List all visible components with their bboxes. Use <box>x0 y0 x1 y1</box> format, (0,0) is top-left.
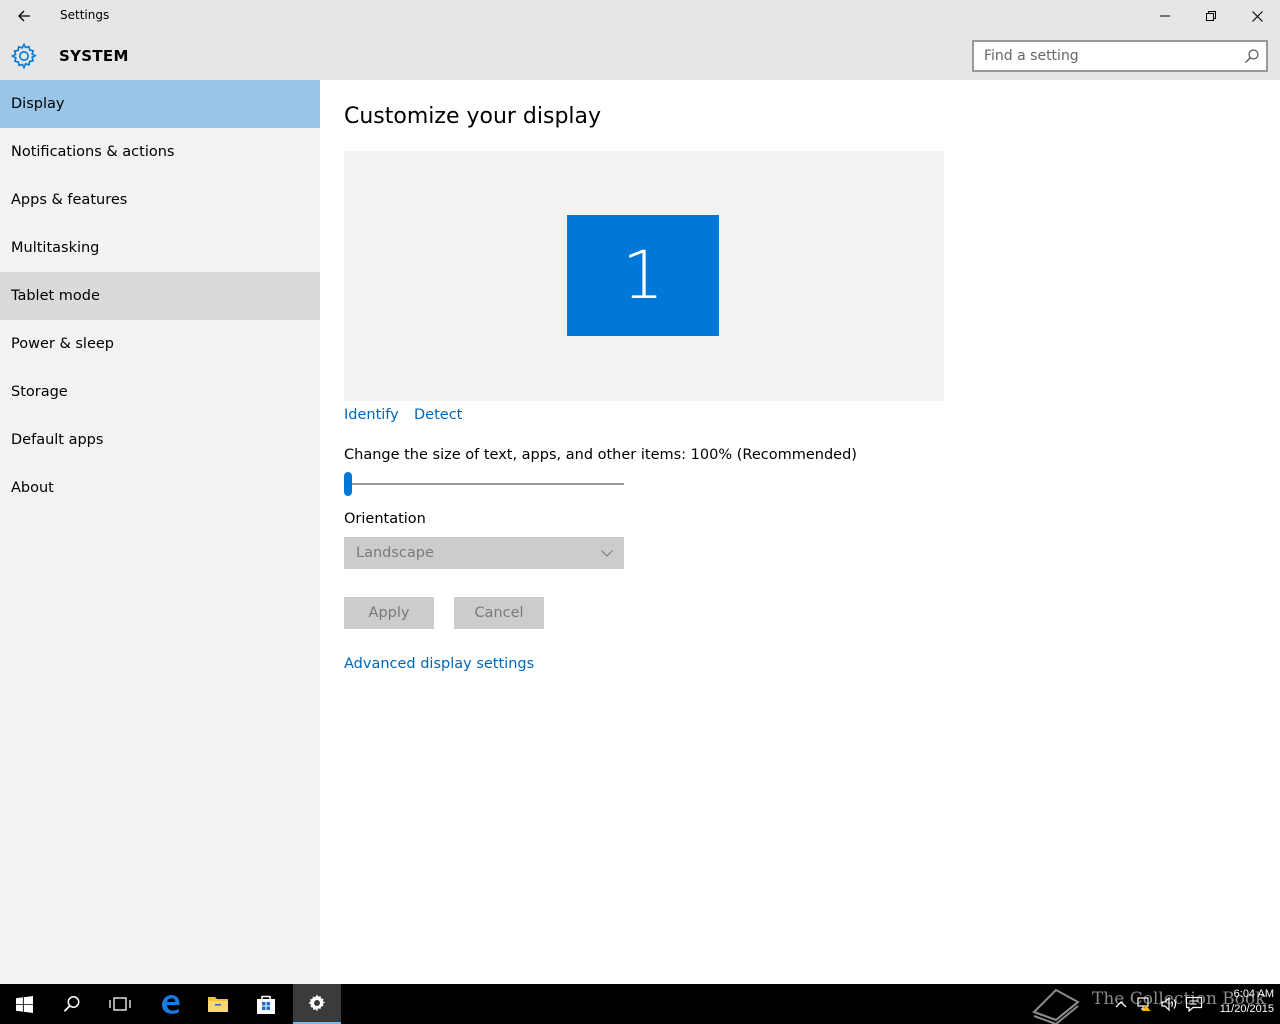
back-button[interactable] <box>0 0 48 32</box>
close-button[interactable] <box>1234 0 1280 32</box>
window-title: Settings <box>60 8 110 22</box>
sidebar-item-tablet-mode[interactable]: Tablet mode <box>0 272 320 320</box>
orientation-dropdown[interactable]: Landscape <box>344 537 624 569</box>
sidebar-item-about[interactable]: About <box>0 464 320 512</box>
clock-time: 6:04 AM <box>1233 988 1274 1000</box>
cancel-button[interactable]: Cancel <box>454 597 544 629</box>
title-bar: Settings <box>0 0 1280 32</box>
sidebar-item-storage[interactable]: Storage <box>0 368 320 416</box>
search-input[interactable] <box>974 42 1236 70</box>
slider-thumb[interactable] <box>344 472 352 496</box>
file-explorer-icon <box>208 997 228 1012</box>
action-center-icon <box>1185 996 1203 1012</box>
chevron-down-icon <box>601 550 613 557</box>
minimize-button[interactable] <box>1142 0 1188 32</box>
close-icon <box>1251 10 1263 22</box>
sidebar-item-apps-features[interactable]: Apps & features <box>0 176 320 224</box>
store-icon <box>257 995 275 1014</box>
volume-button[interactable] <box>1158 984 1180 1024</box>
sidebar-item-multitasking[interactable]: Multitasking <box>0 224 320 272</box>
settings-taskbar-button[interactable] <box>293 984 341 1024</box>
task-view-icon <box>109 997 131 1011</box>
show-hidden-icons-button[interactable] <box>1110 984 1132 1024</box>
restore-icon <box>1206 11 1216 21</box>
display-arrangement-area: 1 <box>344 151 944 401</box>
gear-icon <box>10 42 37 70</box>
section-title: SYSTEM <box>59 47 129 65</box>
scale-label: Change the size of text, apps, and other… <box>344 447 857 463</box>
restore-button[interactable] <box>1188 0 1234 32</box>
scale-slider[interactable] <box>344 472 624 496</box>
main-content: Customize your display 1 Identify Detect… <box>320 80 1280 984</box>
start-button[interactable] <box>0 984 48 1024</box>
settings-icon <box>308 994 325 1012</box>
file-explorer-button[interactable] <box>194 984 242 1024</box>
orientation-label: Orientation <box>344 511 426 527</box>
advanced-display-settings-link[interactable]: Advanced display settings <box>344 656 534 672</box>
minimize-icon <box>1160 15 1170 17</box>
edge-button[interactable] <box>146 984 194 1024</box>
search-icon[interactable] <box>1244 48 1260 64</box>
settings-header: SYSTEM <box>0 32 1280 80</box>
sidebar-item-default-apps[interactable]: Default apps <box>0 416 320 464</box>
volume-icon <box>1161 996 1177 1012</box>
network-button[interactable] <box>1134 984 1156 1024</box>
taskbar: The Collection Book 6:04 AM 11/20/2015 <box>0 984 1280 1024</box>
page-title: Customize your display <box>344 104 602 129</box>
monitor-1[interactable]: 1 <box>567 215 719 336</box>
orientation-value: Landscape <box>356 545 434 561</box>
taskbar-search-button[interactable] <box>48 984 96 1024</box>
sidebar-item-notifications[interactable]: Notifications & actions <box>0 128 320 176</box>
clock[interactable]: 6:04 AM 11/20/2015 <box>1208 987 1274 1017</box>
task-view-button[interactable] <box>96 984 144 1024</box>
sidebar-item-display[interactable]: Display <box>0 80 320 128</box>
search-icon <box>63 996 80 1012</box>
windows-start-icon <box>15 995 33 1013</box>
network-icon <box>1137 997 1151 1011</box>
slider-track <box>344 483 624 485</box>
apply-button[interactable]: Apply <box>344 597 434 629</box>
action-center-button[interactable] <box>1182 984 1206 1024</box>
sidebar: Display Notifications & actions Apps & f… <box>0 80 320 984</box>
store-button[interactable] <box>242 984 290 1024</box>
edge-icon <box>162 995 180 1014</box>
search-box[interactable] <box>972 40 1268 72</box>
book-logo-icon <box>1032 988 1080 1024</box>
back-arrow-icon <box>18 10 30 22</box>
detect-link[interactable]: Detect <box>414 407 462 423</box>
sidebar-item-power-sleep[interactable]: Power & sleep <box>0 320 320 368</box>
clock-date: 11/20/2015 <box>1219 1003 1274 1015</box>
identify-link[interactable]: Identify <box>344 407 399 423</box>
chevron-up-icon <box>1115 1001 1127 1008</box>
